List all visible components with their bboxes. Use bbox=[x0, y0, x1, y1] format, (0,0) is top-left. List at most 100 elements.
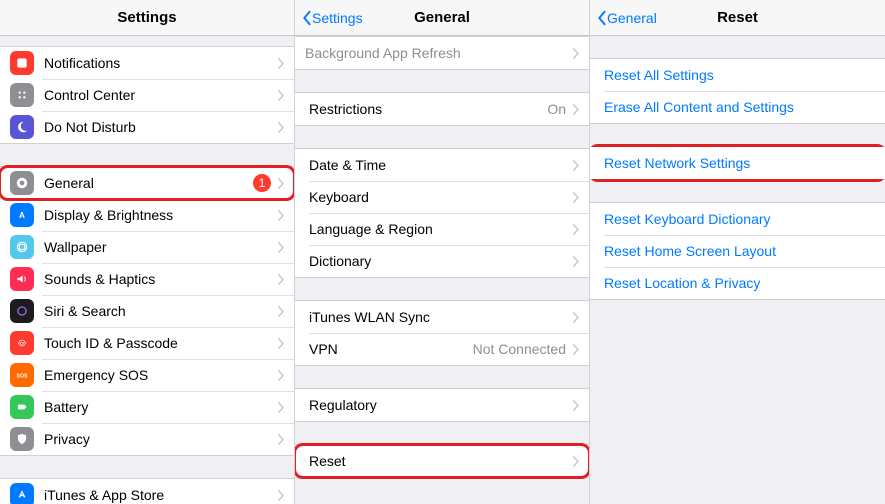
dnd-icon bbox=[10, 115, 34, 139]
settings-row-general[interactable]: General1 bbox=[0, 167, 294, 199]
general-row-vpn[interactable]: VPNNot Connected bbox=[295, 333, 589, 365]
reset-row-reset-network-settings[interactable]: Reset Network Settings bbox=[590, 147, 885, 179]
navbar: General Reset bbox=[590, 0, 885, 36]
row-label: Touch ID & Passcode bbox=[44, 335, 277, 351]
general-row-itunes-wlan-sync[interactable]: iTunes WLAN Sync bbox=[295, 301, 589, 333]
chevron-right-icon bbox=[277, 306, 284, 317]
wallpaper-icon bbox=[10, 235, 34, 259]
sos-icon: SOS bbox=[10, 363, 34, 387]
general-row-regulatory[interactable]: Regulatory bbox=[295, 389, 589, 421]
general-row-keyboard[interactable]: Keyboard bbox=[295, 181, 589, 213]
notifications-icon bbox=[10, 51, 34, 75]
general-list[interactable]: Background App Refresh RestrictionsOn Date… bbox=[295, 36, 589, 504]
chevron-right-icon bbox=[572, 256, 579, 267]
settings-row-control-center[interactable]: Control Center bbox=[0, 79, 294, 111]
row-label: Display & Brightness bbox=[44, 207, 277, 223]
chevron-right-icon bbox=[572, 104, 579, 115]
back-label: Settings bbox=[312, 10, 363, 26]
row-label: Regulatory bbox=[305, 397, 572, 413]
reset-row-erase-all-content-and-settings[interactable]: Erase All Content and Settings bbox=[590, 91, 885, 123]
chevron-right-icon bbox=[572, 400, 579, 411]
row-label: Notifications bbox=[44, 55, 277, 71]
reset-row-reset-keyboard-dictionary[interactable]: Reset Keyboard Dictionary bbox=[590, 203, 885, 235]
settings-row-display-brightness[interactable]: A Display & Brightness bbox=[0, 199, 294, 231]
touchid-icon bbox=[10, 331, 34, 355]
chevron-right-icon bbox=[572, 224, 579, 235]
chevron-right-icon bbox=[277, 122, 284, 133]
svg-text:SOS: SOS bbox=[16, 373, 28, 379]
row-background-app-refresh[interactable]: Background App Refresh bbox=[295, 37, 589, 69]
page-title: Reset bbox=[717, 9, 758, 26]
settings-pane: Settings Notifications Control Center Do N… bbox=[0, 0, 295, 504]
general-row-date-time[interactable]: Date & Time bbox=[295, 149, 589, 181]
row-label: Language & Region bbox=[305, 221, 572, 237]
chevron-right-icon bbox=[277, 434, 284, 445]
settings-row-do-not-disturb[interactable]: Do Not Disturb bbox=[0, 111, 294, 143]
chevron-right-icon bbox=[277, 274, 284, 285]
display-icon: A bbox=[10, 203, 34, 227]
app: Settings Notifications Control Center Do N… bbox=[0, 0, 885, 504]
row-value: Not Connected bbox=[473, 341, 566, 357]
reset-row-reset-all-settings[interactable]: Reset All Settings bbox=[590, 59, 885, 91]
reset-list[interactable]: Reset All Settings Erase All Content and … bbox=[590, 36, 885, 504]
back-button[interactable]: General bbox=[596, 10, 657, 26]
settings-row-privacy[interactable]: Privacy bbox=[0, 423, 294, 455]
back-label: General bbox=[607, 10, 657, 26]
chevron-right-icon bbox=[277, 338, 284, 349]
settings-row-touch-id-passcode[interactable]: Touch ID & Passcode bbox=[0, 327, 294, 359]
chevron-right-icon bbox=[277, 178, 284, 189]
general-row-language-region[interactable]: Language & Region bbox=[295, 213, 589, 245]
row-label: Reset Location & Privacy bbox=[600, 275, 875, 291]
shut-down-button[interactable]: Shut Down bbox=[295, 500, 589, 504]
siri-icon bbox=[10, 299, 34, 323]
chevron-right-icon bbox=[572, 312, 579, 323]
back-button[interactable]: Settings bbox=[301, 10, 363, 26]
row-label: Control Center bbox=[44, 87, 277, 103]
general-icon bbox=[10, 171, 34, 195]
chevron-right-icon bbox=[572, 48, 579, 59]
settings-row-sounds-haptics[interactable]: Sounds & Haptics bbox=[0, 263, 294, 295]
reset-row-reset-location-privacy[interactable]: Reset Location & Privacy bbox=[590, 267, 885, 299]
settings-row-battery[interactable]: Battery bbox=[0, 391, 294, 423]
page-title: General bbox=[414, 9, 470, 26]
reset-row-reset-home-screen-layout[interactable]: Reset Home Screen Layout bbox=[590, 235, 885, 267]
general-row-dictionary[interactable]: Dictionary bbox=[295, 245, 589, 277]
row-value: On bbox=[547, 101, 566, 117]
settings-list[interactable]: Notifications Control Center Do Not Distur… bbox=[0, 36, 294, 504]
privacy-icon bbox=[10, 427, 34, 451]
row-label: Reset bbox=[305, 453, 572, 469]
general-row-reset[interactable]: Reset bbox=[295, 445, 589, 477]
navbar: Settings General bbox=[295, 0, 589, 36]
chevron-right-icon bbox=[277, 370, 284, 381]
row-label: Restrictions bbox=[305, 101, 547, 117]
general-pane: Settings General Background App Refresh R… bbox=[295, 0, 590, 504]
row-label: Date & Time bbox=[305, 157, 572, 173]
page-title: Settings bbox=[117, 9, 176, 26]
general-row-restrictions[interactable]: RestrictionsOn bbox=[295, 93, 589, 125]
settings-row-siri-search[interactable]: Siri & Search bbox=[0, 295, 294, 327]
row-label: Reset Home Screen Layout bbox=[600, 243, 875, 259]
chevron-left-icon bbox=[301, 10, 312, 26]
settings-row-itunes-app-store[interactable]: iTunes & App Store bbox=[0, 479, 294, 504]
settings-row-notifications[interactable]: Notifications bbox=[0, 47, 294, 79]
row-label: Privacy bbox=[44, 431, 277, 447]
chevron-right-icon bbox=[277, 402, 284, 413]
row-label: Do Not Disturb bbox=[44, 119, 277, 135]
row-label: iTunes WLAN Sync bbox=[305, 309, 572, 325]
row-label: Erase All Content and Settings bbox=[600, 99, 875, 115]
chevron-right-icon bbox=[277, 242, 284, 253]
settings-row-emergency-sos[interactable]: SOS Emergency SOS bbox=[0, 359, 294, 391]
settings-row-wallpaper[interactable]: Wallpaper bbox=[0, 231, 294, 263]
row-label: Siri & Search bbox=[44, 303, 277, 319]
row-label: Wallpaper bbox=[44, 239, 277, 255]
chevron-right-icon bbox=[572, 344, 579, 355]
chevron-right-icon bbox=[277, 210, 284, 221]
controlcenter-icon bbox=[10, 83, 34, 107]
row-label: Background App Refresh bbox=[305, 45, 572, 61]
row-label: Battery bbox=[44, 399, 277, 415]
svg-text:A: A bbox=[19, 211, 25, 220]
row-label: Emergency SOS bbox=[44, 367, 277, 383]
row-label: iTunes & App Store bbox=[44, 487, 277, 503]
chevron-right-icon bbox=[277, 490, 284, 501]
row-label: Reset Network Settings bbox=[600, 155, 875, 171]
